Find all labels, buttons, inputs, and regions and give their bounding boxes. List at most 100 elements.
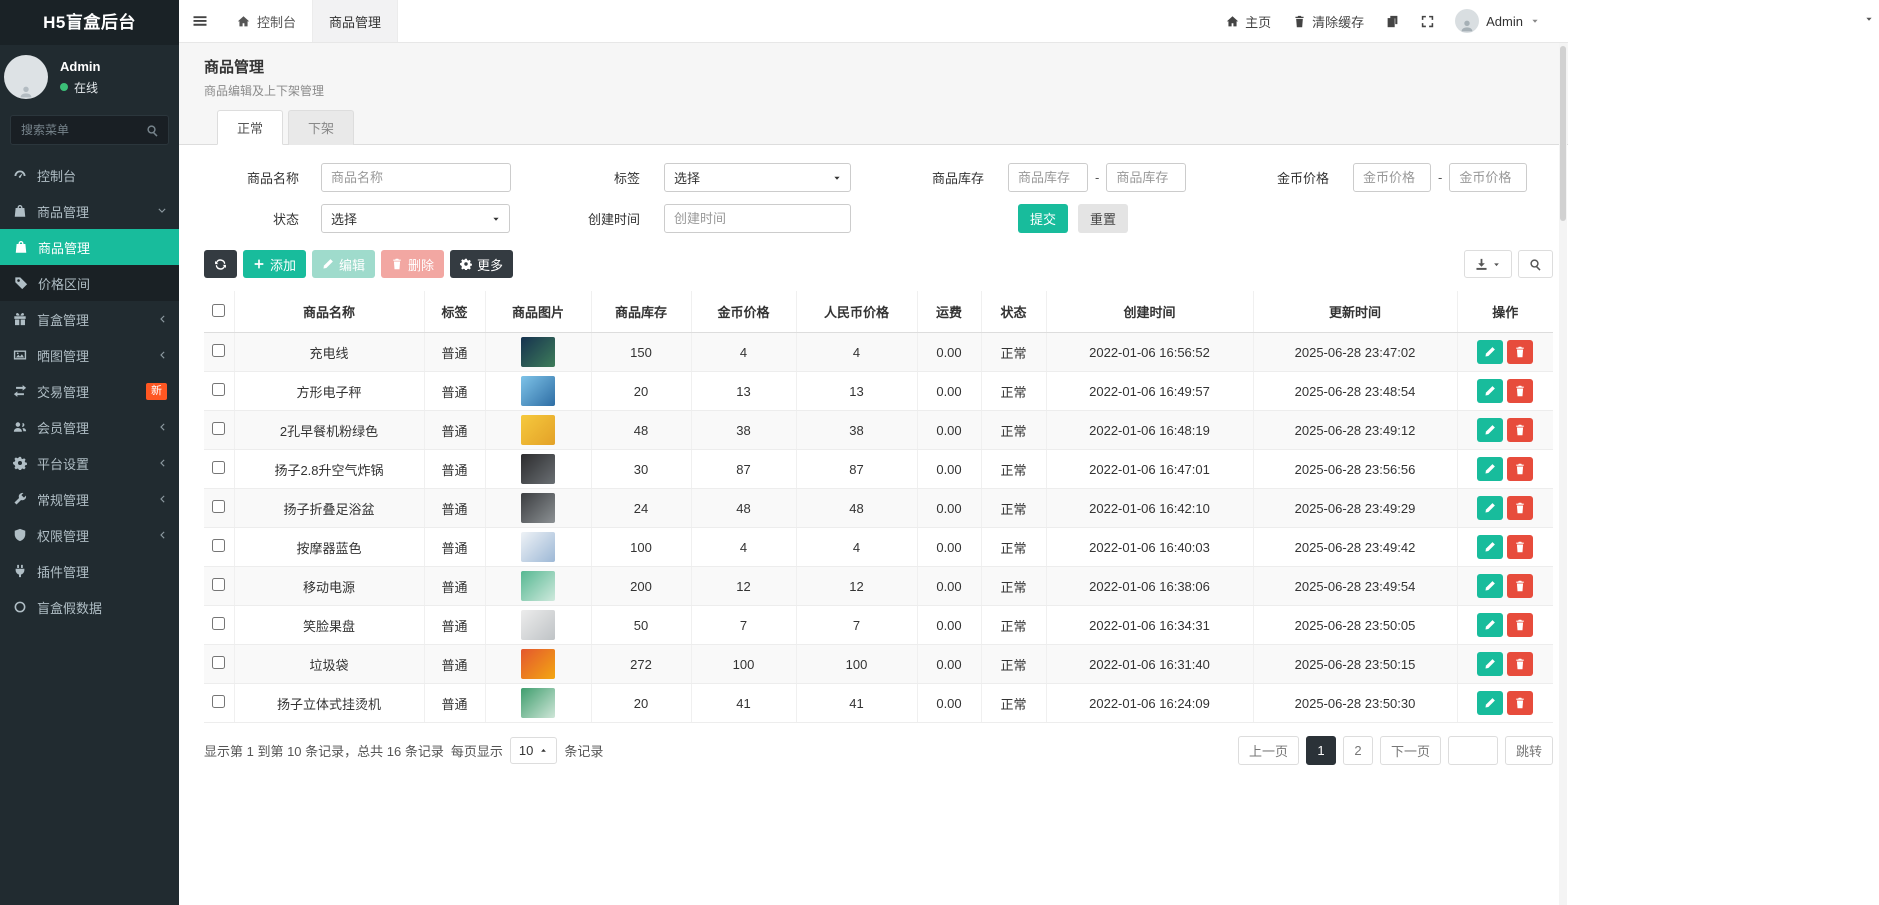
cell-stock: 24: [591, 489, 691, 528]
product-thumbnail[interactable]: [521, 493, 555, 523]
product-thumbnail[interactable]: [521, 610, 555, 640]
product-thumbnail[interactable]: [521, 337, 555, 367]
page-button-2[interactable]: 2: [1343, 736, 1373, 765]
sidebar-item-goods-manage[interactable]: 商品管理: [0, 229, 179, 265]
clear-cache-link[interactable]: 清除缓存: [1282, 0, 1375, 43]
filter-name-input[interactable]: [321, 163, 511, 192]
delete-button[interactable]: 删除: [381, 250, 444, 278]
row-checkbox[interactable]: [212, 461, 225, 474]
sidebar-item-photos[interactable]: 晒图管理: [0, 337, 179, 373]
caret-down-icon: [1864, 14, 1874, 24]
product-thumbnail[interactable]: [521, 415, 555, 445]
menu-search-button[interactable]: [137, 124, 168, 137]
table-header-row: 商品名称标签商品图片商品库存金币价格人民币价格运费状态创建时间更新时间操作: [204, 291, 1553, 333]
delete-row-button[interactable]: [1507, 418, 1533, 442]
product-thumbnail[interactable]: [521, 454, 555, 484]
product-thumbnail[interactable]: [521, 649, 555, 679]
jump-page-input[interactable]: [1448, 736, 1498, 765]
sidebar-item-price-range[interactable]: 价格区间: [0, 265, 179, 301]
sidebar-item-general[interactable]: 常规管理: [0, 481, 179, 517]
app-root: H5盲盒后台 Admin 在线 控制台商品管理商品管理价格区间盲盒管理晒图管理交…: [0, 0, 1568, 905]
edit-row-button[interactable]: [1477, 379, 1503, 403]
tab-offshelf[interactable]: 下架: [288, 110, 354, 145]
edit-row-button[interactable]: [1477, 691, 1503, 715]
jump-button[interactable]: 跳转: [1505, 736, 1553, 765]
edit-row-button[interactable]: [1477, 496, 1503, 520]
row-checkbox[interactable]: [212, 695, 225, 708]
delete-row-button[interactable]: [1507, 574, 1533, 598]
search-toggle-button[interactable]: [1518, 250, 1553, 278]
reset-button[interactable]: 重置: [1078, 204, 1128, 233]
filter-gold-max-input[interactable]: [1449, 163, 1527, 192]
filter-created-input[interactable]: [664, 204, 851, 233]
sidebar-item-goods-parent[interactable]: 商品管理: [0, 193, 179, 229]
row-checkbox[interactable]: [212, 500, 225, 513]
edit-row-button[interactable]: [1477, 574, 1503, 598]
home-link[interactable]: 主页: [1215, 0, 1282, 43]
filter-gold-min-input[interactable]: [1353, 163, 1431, 192]
submit-button[interactable]: 提交: [1018, 204, 1068, 233]
column-header: 更新时间: [1253, 291, 1457, 333]
fullscreen-button[interactable]: [1410, 0, 1445, 43]
sidebar-item-trade[interactable]: 交易管理新: [0, 373, 179, 409]
scrollbar-track[interactable]: [1559, 43, 1567, 905]
delete-row-button[interactable]: [1507, 457, 1533, 481]
corner-caret-icon[interactable]: [1864, 12, 1874, 27]
sidebar-item-blindbox[interactable]: 盲盒管理: [0, 301, 179, 337]
select-all-checkbox[interactable]: [212, 304, 225, 317]
edit-row-button[interactable]: [1477, 613, 1503, 637]
delete-row-button[interactable]: [1507, 652, 1533, 676]
product-thumbnail[interactable]: [521, 532, 555, 562]
edit-row-button[interactable]: [1477, 340, 1503, 364]
sidebar-item-label: 交易管理: [37, 382, 89, 401]
delete-row-button[interactable]: [1507, 691, 1533, 715]
sidebar-toggle-button[interactable]: [179, 0, 221, 42]
filter-tag-select[interactable]: 选择: [664, 163, 851, 192]
user-menu[interactable]: Admin: [1445, 9, 1550, 33]
sidebar-item-platform[interactable]: 平台设置: [0, 445, 179, 481]
row-checkbox[interactable]: [212, 344, 225, 357]
tab-normal[interactable]: 正常: [217, 110, 283, 145]
export-button[interactable]: [1464, 250, 1512, 278]
sidebar-item-permission[interactable]: 权限管理: [0, 517, 179, 553]
product-thumbnail[interactable]: [521, 688, 555, 718]
delete-row-button[interactable]: [1507, 496, 1533, 520]
delete-row-button[interactable]: [1507, 613, 1533, 637]
sidebar-item-dashboard[interactable]: 控制台: [0, 157, 179, 193]
filter-status-select[interactable]: 选择: [321, 204, 510, 233]
product-thumbnail[interactable]: [521, 571, 555, 601]
row-checkbox[interactable]: [212, 617, 225, 630]
row-checkbox[interactable]: [212, 383, 225, 396]
delete-row-button[interactable]: [1507, 379, 1533, 403]
edit-row-button[interactable]: [1477, 457, 1503, 481]
filter-stock-max-input[interactable]: [1106, 163, 1186, 192]
sidebar-item-plugins[interactable]: 插件管理: [0, 553, 179, 589]
row-checkbox[interactable]: [212, 656, 225, 669]
next-page-button[interactable]: 下一页: [1380, 736, 1441, 765]
delete-row-button[interactable]: [1507, 535, 1533, 559]
add-button[interactable]: 添加: [243, 250, 306, 278]
nav-tab-dashboard[interactable]: 控制台: [221, 0, 313, 42]
edit-row-button[interactable]: [1477, 418, 1503, 442]
edit-row-button[interactable]: [1477, 652, 1503, 676]
edit-row-button[interactable]: [1477, 535, 1503, 559]
scrollbar-thumb[interactable]: [1560, 46, 1566, 221]
page-size-select[interactable]: 10: [510, 737, 557, 764]
copy-button[interactable]: [1375, 0, 1410, 43]
prev-page-button[interactable]: 上一页: [1238, 736, 1299, 765]
row-checkbox[interactable]: [212, 539, 225, 552]
page-button-1[interactable]: 1: [1306, 736, 1336, 765]
filter-stock-min-input[interactable]: [1008, 163, 1088, 192]
product-thumbnail[interactable]: [521, 376, 555, 406]
menu-search-input[interactable]: [11, 116, 137, 144]
nav-tab-goods[interactable]: 商品管理: [313, 0, 398, 42]
row-checkbox[interactable]: [212, 578, 225, 591]
sidebar-item-fakedata[interactable]: 盲盒假数据: [0, 589, 179, 625]
delete-row-button[interactable]: [1507, 340, 1533, 364]
edit-button[interactable]: 编辑: [312, 250, 375, 278]
refresh-button[interactable]: [204, 250, 237, 278]
more-button[interactable]: 更多: [450, 250, 513, 278]
table-footer: 显示第 1 到第 10 条记录，总共 16 条记录 每页显示 10 条记录 上一…: [204, 736, 1553, 765]
sidebar-item-members[interactable]: 会员管理: [0, 409, 179, 445]
row-checkbox[interactable]: [212, 422, 225, 435]
